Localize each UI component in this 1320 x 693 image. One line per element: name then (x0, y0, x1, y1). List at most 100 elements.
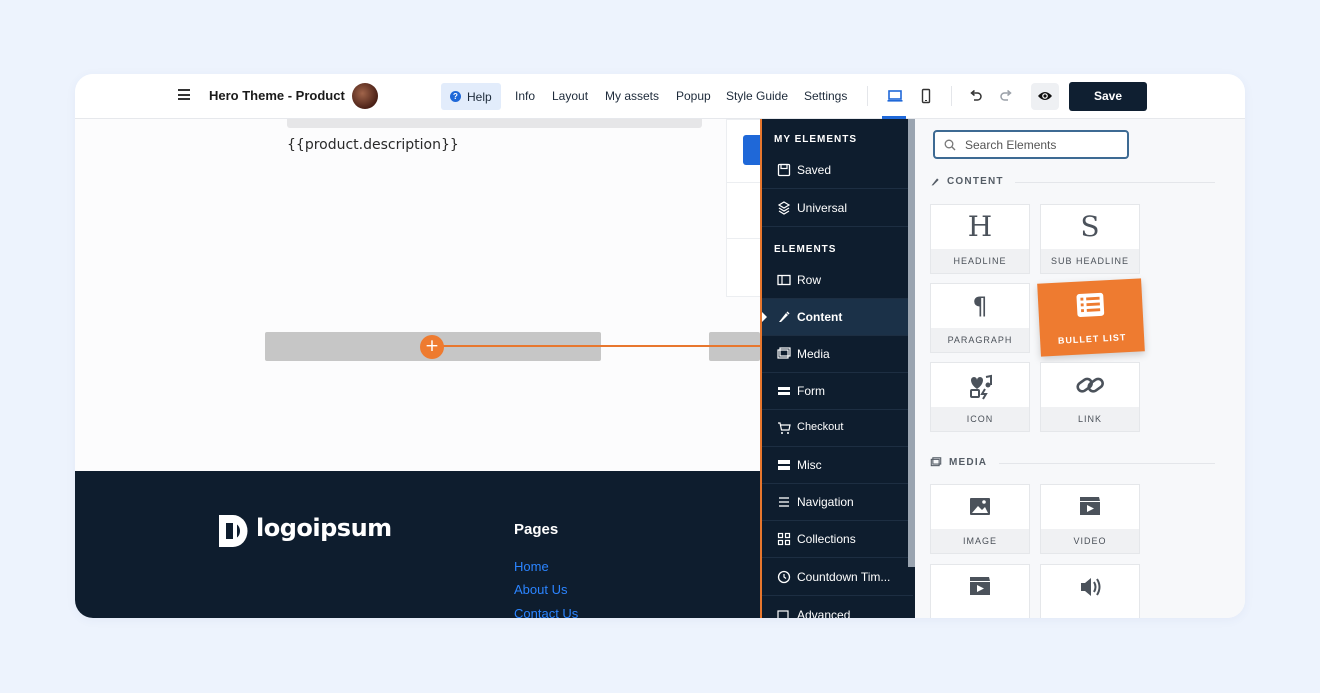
sidebar-item-checkout[interactable]: Checkout (762, 410, 913, 447)
tile-video[interactable]: VIDEO (1040, 484, 1140, 554)
search-icon (944, 139, 956, 151)
tile-image[interactable]: IMAGE (930, 484, 1030, 554)
sidebar-item-label: Form (797, 384, 825, 398)
video-icon (970, 577, 990, 595)
nav-settings[interactable]: Settings (804, 89, 847, 103)
eye-icon (1038, 92, 1052, 100)
tile-label: LINK (1041, 407, 1139, 431)
menu-icon[interactable] (178, 89, 190, 100)
description-block-top (287, 119, 702, 128)
sidebar-item-universal[interactable]: Universal (762, 190, 913, 227)
add-element-button[interactable]: + (420, 335, 444, 359)
sidebar-item-content[interactable]: Content (762, 299, 913, 336)
bullet-list-icon (1076, 292, 1105, 317)
image-icon (970, 498, 990, 515)
drop-indicator-line (432, 345, 760, 347)
mobile-icon[interactable] (918, 88, 934, 104)
preview-button[interactable] (1031, 83, 1059, 110)
tile-sub-headline[interactable]: S SUB HEADLINE (1040, 204, 1140, 274)
elements-heading: ELEMENTS (774, 244, 837, 255)
sidebar-item-form[interactable]: Form (762, 373, 913, 410)
active-pointer-icon (762, 312, 767, 322)
universal-icon (777, 201, 791, 215)
tile-video[interactable] (930, 564, 1030, 618)
advanced-icon (777, 610, 789, 618)
save-icon (777, 163, 791, 177)
audio-icon (1081, 578, 1101, 596)
nav-my-assets[interactable]: My assets (605, 89, 659, 103)
sidebar-item-label: Misc (797, 458, 822, 472)
sidebar-item-label: Navigation (797, 495, 854, 509)
video-icon (1080, 497, 1100, 515)
sidebar-item-label: Advanced (797, 608, 851, 618)
elements-panel: CONTENT H HEADLINE S SUB HEADLINE ¶ PARA… (915, 119, 1245, 618)
headline-icon: H (967, 210, 993, 243)
sidebar-item-navigation[interactable]: Navigation (762, 484, 913, 521)
tile-label: IMAGE (931, 529, 1029, 553)
tile-label: HEADLINE (931, 249, 1029, 273)
divider (951, 86, 952, 106)
sidebar-item-advanced[interactable]: Advanced (762, 597, 913, 618)
tile-link[interactable]: LINK (1040, 362, 1140, 432)
sidebar-item-label: Universal (797, 201, 848, 215)
misc-icon (778, 460, 790, 470)
help-icon: ? (450, 91, 461, 102)
media-icon (930, 457, 942, 467)
element-category-sidebar: MY ELEMENTS Saved Universal ELEMENTS Row (760, 119, 915, 618)
sidebar-item-label: Media (797, 347, 830, 361)
help-button[interactable]: ? Help (441, 83, 501, 110)
tile-bullet-list[interactable]: BULLET LIST (1037, 278, 1145, 357)
media-icon (777, 347, 791, 359)
row-icon (777, 274, 791, 286)
desktop-icon[interactable] (887, 88, 903, 104)
icon-icon (970, 374, 992, 400)
logo-icon (219, 515, 248, 547)
avatar[interactable] (352, 83, 378, 109)
content-icon (779, 311, 790, 322)
tile-icon[interactable]: ICON (930, 362, 1030, 432)
search-input[interactable] (965, 132, 1125, 157)
page-title: Hero Theme - Product (209, 88, 345, 103)
footer-link-contact-us[interactable]: Contact Us (514, 606, 578, 618)
sidebar-item-saved[interactable]: Saved (762, 152, 913, 189)
footer-pages-heading: Pages (514, 521, 559, 538)
sidebar-scrollbar[interactable] (908, 119, 915, 567)
editor-window: Hero Theme - Product ? Help Info Layout … (75, 74, 1245, 618)
sidebar-item-media[interactable]: Media (762, 336, 913, 373)
sidebar-item-collections[interactable]: Collections (762, 521, 913, 558)
sidebar-item-label: Row (797, 273, 822, 287)
tile-label: BULLET LIST (1057, 332, 1127, 346)
footer-link-about-us[interactable]: About Us (514, 582, 567, 597)
tile-headline[interactable]: H HEADLINE (930, 204, 1030, 274)
nav-popup[interactable]: Popup (676, 89, 711, 103)
nav-info[interactable]: Info (515, 89, 535, 103)
sidebar-item-label: Saved (797, 163, 832, 177)
nav-style-guide[interactable]: Style Guide (726, 89, 788, 103)
page-canvas: {{product.description}} + (75, 119, 767, 471)
link-icon (1076, 377, 1104, 393)
tile-audio[interactable] (1040, 564, 1140, 618)
media-section-heading: MEDIA (949, 457, 988, 468)
sidebar-item-misc[interactable]: Misc (762, 447, 913, 484)
undo-icon[interactable] (969, 89, 983, 103)
redo-icon[interactable] (999, 89, 1013, 103)
sidebar-item-countdown[interactable]: Countdown Tim... (762, 559, 913, 596)
logo-text: logoipsum (256, 514, 392, 542)
tile-label: PARAGRAPH (931, 328, 1029, 352)
collections-icon (777, 532, 791, 546)
footer-link-home[interactable]: Home (514, 559, 549, 574)
form-icon (778, 387, 790, 395)
nav-layout[interactable]: Layout (552, 89, 588, 103)
tile-label: ICON (931, 407, 1029, 431)
help-label: Help (467, 90, 492, 104)
tile-paragraph[interactable]: ¶ PARAGRAPH (930, 283, 1030, 353)
divider (867, 86, 868, 106)
save-button[interactable]: Save (1069, 82, 1147, 111)
product-description-placeholder[interactable]: {{product.description}} (287, 137, 459, 153)
sidebar-item-label: Content (797, 310, 843, 324)
navigation-icon (779, 497, 789, 507)
sidebar-item-row[interactable]: Row (762, 262, 913, 299)
sidebar-item-label: Countdown Tim... (797, 570, 891, 584)
search-box[interactable] (933, 130, 1129, 159)
divider (999, 463, 1215, 464)
